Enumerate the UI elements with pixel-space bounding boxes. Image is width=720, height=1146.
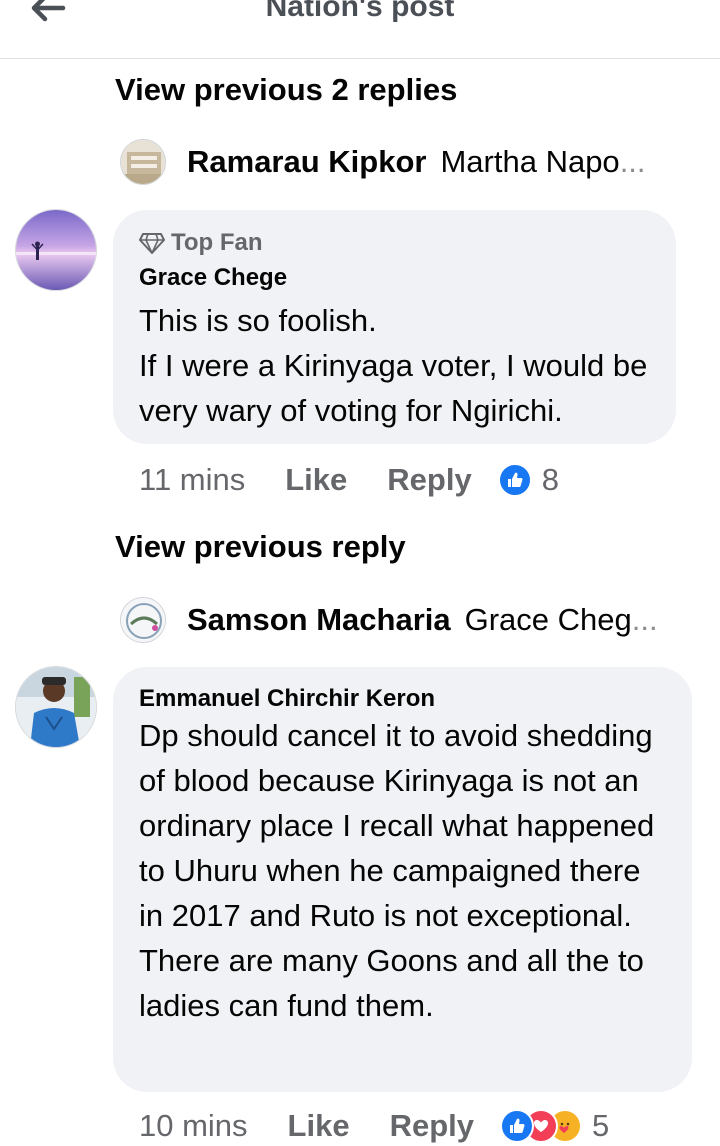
reply-button[interactable]: Reply (390, 1108, 474, 1144)
reaction-count: 8 (541, 462, 559, 497)
reply-ellipsis: ... (631, 602, 658, 637)
reply-author-name[interactable]: Samson Macharia (187, 602, 451, 638)
reply-snippet: Martha Napo (440, 144, 620, 179)
avatar[interactable] (16, 667, 96, 747)
like-button[interactable]: Like (288, 1108, 350, 1144)
top-fan-label: Top Fan (171, 229, 263, 256)
comment-text: This is so foolish. If I were a Kirinyag… (139, 303, 648, 428)
comment-author[interactable]: Emmanuel Chirchir Keron (139, 685, 666, 713)
diamond-icon (139, 233, 165, 254)
reply-author-name[interactable]: Ramarau Kipkor (187, 144, 426, 180)
top-fan-badge: Top Fan (139, 228, 650, 258)
avatar[interactable] (120, 597, 166, 643)
reply-preview[interactable]: Samson Macharia Grace Cheg ... (120, 595, 658, 645)
comment-text: Dp should cancel it to avoid shedding of… (139, 718, 655, 1023)
comment-actions: 11 mins Like Reply 8 (139, 460, 559, 500)
comment-bubble[interactable]: Top Fan Grace Chege This is so foolish. … (113, 210, 676, 444)
view-previous-replies-link[interactable]: View previous 2 replies (115, 72, 457, 108)
reactions-summary[interactable]: 5 (500, 1108, 609, 1144)
reply-snippet: Grace Cheg (464, 602, 632, 637)
comment-timestamp: 11 mins (139, 462, 246, 497)
comment-bubble[interactable]: Emmanuel Chirchir Keron Dp should cancel… (113, 667, 692, 1092)
like-reaction-icon (497, 463, 532, 497)
top-bar: Nation's post (0, 0, 720, 59)
page-title: Nation's post (265, 0, 455, 23)
reply-preview[interactable]: Ramarau Kipkor Martha Napo ... (120, 137, 646, 187)
avatar[interactable] (16, 210, 96, 290)
view-previous-reply-link[interactable]: View previous reply (115, 529, 406, 565)
reaction-count: 5 (592, 1108, 610, 1143)
reactions-summary[interactable]: 8 (497, 462, 559, 498)
reply-button[interactable]: Reply (387, 462, 471, 498)
comment-author[interactable]: Grace Chege (139, 264, 650, 292)
like-button[interactable]: Like (285, 462, 347, 498)
comment-timestamp: 10 mins (139, 1108, 248, 1143)
reply-ellipsis: ... (619, 144, 646, 179)
comment-actions: 10 mins Like Reply 5 (139, 1106, 609, 1146)
avatar[interactable] (120, 139, 166, 185)
